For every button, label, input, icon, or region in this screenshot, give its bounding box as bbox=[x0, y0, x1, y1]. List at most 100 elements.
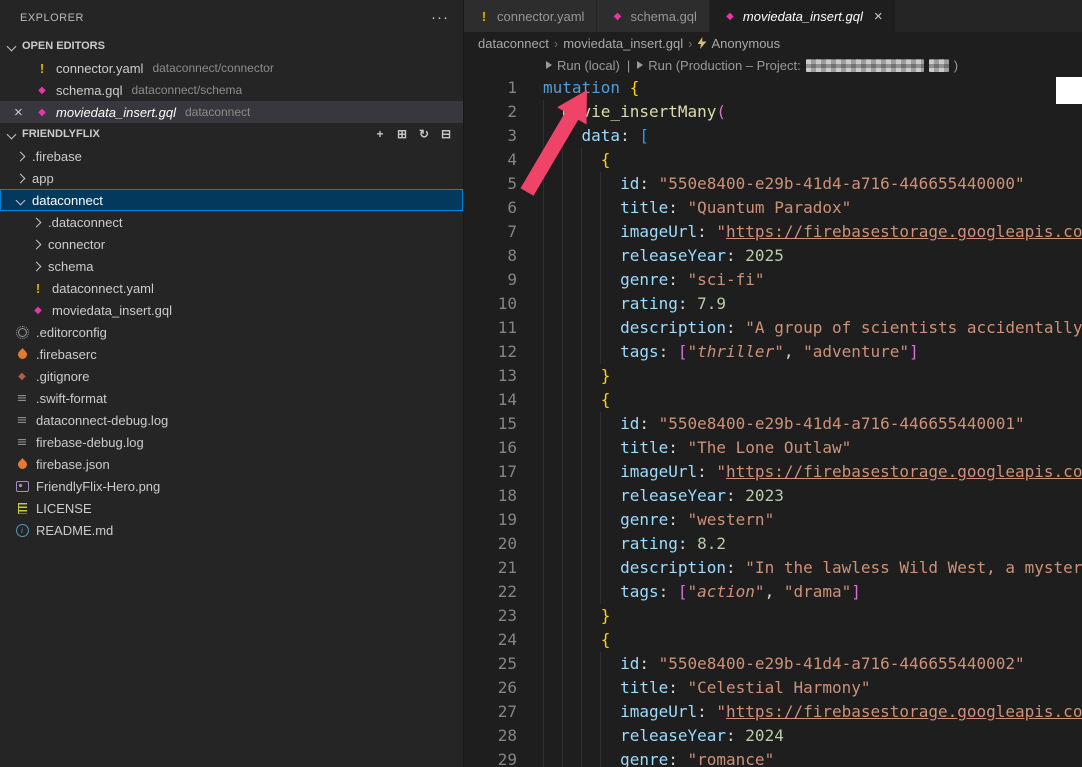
code-line-5[interactable]: 5 id: "550e8400-e29b-41d4-a716-446655440… bbox=[464, 172, 1082, 196]
open-editor-label: schema.gql bbox=[56, 83, 122, 98]
doc-file-icon: ≡ bbox=[14, 434, 30, 450]
code-text: releaseYear: 2023 bbox=[543, 484, 784, 508]
code-text: releaseYear: 2025 bbox=[543, 244, 784, 268]
code-line-12[interactable]: 12 tags: ["thriller", "adventure"] bbox=[464, 340, 1082, 364]
tab-connector.yaml[interactable]: !connector.yaml bbox=[464, 0, 597, 32]
open-editor-item[interactable]: ×◆moviedata_insert.gqldataconnect bbox=[0, 101, 463, 123]
project-section-header[interactable]: FRIENDLYFLIX +⊞↻⊟ bbox=[0, 123, 463, 145]
file-item-firebase-debug.log[interactable]: ≡firebase-debug.log bbox=[0, 431, 463, 453]
file-item-firebase.json[interactable]: firebase.json bbox=[0, 453, 463, 475]
code-line-8[interactable]: 8 releaseYear: 2025 bbox=[464, 244, 1082, 268]
code-text: rating: 7.9 bbox=[543, 292, 726, 316]
code-token: : bbox=[668, 750, 687, 767]
code-line-20[interactable]: 20 rating: 8.2 bbox=[464, 532, 1082, 556]
file-item-.editorconfig[interactable]: .editorconfig bbox=[0, 321, 463, 343]
code-line-18[interactable]: 18 releaseYear: 2023 bbox=[464, 484, 1082, 508]
code-line-21[interactable]: 21 description: "In the lawless Wild Wes… bbox=[464, 556, 1082, 580]
code-line-23[interactable]: 23 } bbox=[464, 604, 1082, 628]
code-token: ( bbox=[716, 102, 726, 121]
line-number: 10 bbox=[464, 292, 517, 316]
code-token: imageUrl bbox=[620, 462, 697, 481]
code-line-15[interactable]: 15 id: "550e8400-e29b-41d4-a716-44665544… bbox=[464, 412, 1082, 436]
code-line-27[interactable]: 27 imageUrl: "https://firebasestorage.go… bbox=[464, 700, 1082, 724]
code-line-10[interactable]: 10 rating: 7.9 bbox=[464, 292, 1082, 316]
breadcrumb-item[interactable]: Anonymous bbox=[698, 36, 781, 51]
code-line-14[interactable]: 14 { bbox=[464, 388, 1082, 412]
breadcrumb-separator-icon: › bbox=[688, 36, 692, 51]
code-token: : bbox=[668, 510, 687, 529]
code-line-26[interactable]: 26 title: "Celestial Harmony" bbox=[464, 676, 1082, 700]
folder-item-dataconnect[interactable]: dataconnect bbox=[0, 189, 463, 211]
tab-schema.gql[interactable]: ◆schema.gql bbox=[597, 0, 709, 32]
more-actions-button[interactable]: ··· bbox=[431, 13, 449, 23]
run-production-link[interactable]: Run (Production – Project: ) bbox=[637, 58, 958, 73]
explorer-sidebar: EXPLORER ··· OPEN EDITORS !connector.yam… bbox=[0, 0, 464, 767]
git-file-icon: ◆ bbox=[14, 368, 30, 384]
file-item-.swift-format[interactable]: ≡.swift-format bbox=[0, 387, 463, 409]
breadcrumb-item[interactable]: dataconnect bbox=[478, 36, 549, 51]
file-item-dataconnect.yaml[interactable]: !dataconnect.yaml bbox=[0, 277, 463, 299]
code-text: id: "550e8400-e29b-41d4-a716-44665544000… bbox=[543, 172, 1025, 196]
close-icon[interactable]: × bbox=[14, 104, 34, 121]
close-icon[interactable]: × bbox=[874, 8, 883, 25]
file-item-moviedata_insert.gql[interactable]: ◆moviedata_insert.gql bbox=[0, 299, 463, 321]
code-line-19[interactable]: 19 genre: "western" bbox=[464, 508, 1082, 532]
doc-file-icon: ≡ bbox=[14, 412, 30, 428]
folder-item-schema[interactable]: schema bbox=[0, 255, 463, 277]
code-line-22[interactable]: 22 tags: ["action", "drama"] bbox=[464, 580, 1082, 604]
folder-item-.dataconnect[interactable]: .dataconnect bbox=[0, 211, 463, 233]
folder-item-connector[interactable]: connector bbox=[0, 233, 463, 255]
folder-item-app[interactable]: app bbox=[0, 167, 463, 189]
tab-moviedata_insert.gql[interactable]: ◆moviedata_insert.gql× bbox=[710, 0, 896, 32]
refresh-icon[interactable]: ↻ bbox=[415, 125, 433, 143]
collapse-all-icon[interactable]: ⊟ bbox=[437, 125, 455, 143]
new-file-icon[interactable]: + bbox=[371, 125, 389, 143]
code-line-13[interactable]: 13 } bbox=[464, 364, 1082, 388]
code-line-6[interactable]: 6 title: "Quantum Paradox" bbox=[464, 196, 1082, 220]
code-token: "western" bbox=[688, 510, 775, 529]
code-line-1[interactable]: 1mutation { bbox=[464, 76, 1082, 100]
open-editor-item[interactable]: !connector.yamldataconnect/connector bbox=[0, 57, 463, 79]
tree-label: dataconnect-debug.log bbox=[36, 413, 168, 428]
code-line-28[interactable]: 28 releaseYear: 2024 bbox=[464, 724, 1082, 748]
vscode-window: EXPLORER ··· OPEN EDITORS !connector.yam… bbox=[0, 0, 1082, 767]
code-line-2[interactable]: 2 movie_insertMany( bbox=[464, 100, 1082, 124]
file-item-README.md[interactable]: README.md bbox=[0, 519, 463, 541]
code-token: : bbox=[659, 342, 678, 361]
code-line-24[interactable]: 24 { bbox=[464, 628, 1082, 652]
code-text: description: "A group of scientists acci… bbox=[543, 316, 1082, 340]
file-item-LICENSE[interactable]: LICENSE bbox=[0, 497, 463, 519]
file-item-dataconnect-debug.log[interactable]: ≡ dataconnect-debug.log bbox=[0, 409, 463, 431]
breadcrumb-item[interactable]: moviedata_insert.gql bbox=[563, 36, 683, 51]
folder-item-.firebase[interactable]: .firebase bbox=[0, 145, 463, 167]
open-editors-section-header[interactable]: OPEN EDITORS bbox=[0, 35, 463, 57]
code-line-11[interactable]: 11 description: "A group of scientists a… bbox=[464, 316, 1082, 340]
file-item-.firebaserc[interactable]: .firebaserc bbox=[0, 343, 463, 365]
file-item-.gitignore[interactable]: ◆.gitignore bbox=[0, 365, 463, 387]
code-token: "550e8400-e29b-41d4-a716-446655440002" bbox=[659, 654, 1025, 673]
code-token bbox=[543, 510, 620, 529]
code-token bbox=[543, 486, 620, 505]
code-line-16[interactable]: 16 title: "The Lone Outlaw" bbox=[464, 436, 1082, 460]
line-number: 24 bbox=[464, 628, 517, 652]
line-number: 21 bbox=[464, 556, 517, 580]
tree-label: FriendlyFlix-Hero.png bbox=[36, 479, 160, 494]
file-item-FriendlyFlix-Hero.png[interactable]: FriendlyFlix-Hero.png bbox=[0, 475, 463, 497]
code-token: tags bbox=[620, 342, 659, 361]
line-number: 4 bbox=[464, 148, 517, 172]
code-line-29[interactable]: 29 genre: "romance" bbox=[464, 748, 1082, 767]
code-line-4[interactable]: 4 { bbox=[464, 148, 1082, 172]
new-folder-icon[interactable]: ⊞ bbox=[393, 125, 411, 143]
run-local-link[interactable]: Run (local) bbox=[546, 58, 620, 73]
tree-label: schema bbox=[48, 259, 94, 274]
open-editor-item[interactable]: ◆schema.gqldataconnect/schema bbox=[0, 79, 463, 101]
code-line-3[interactable]: 3 data: [ bbox=[464, 124, 1082, 148]
explorer-title: EXPLORER bbox=[20, 12, 84, 24]
code-line-7[interactable]: 7 imageUrl: "https://firebasestorage.goo… bbox=[464, 220, 1082, 244]
code-editor[interactable]: Run (local) | Run (Production – Project:… bbox=[464, 54, 1082, 767]
code-line-9[interactable]: 9 genre: "sci-fi" bbox=[464, 268, 1082, 292]
code-line-25[interactable]: 25 id: "550e8400-e29b-41d4-a716-44665544… bbox=[464, 652, 1082, 676]
code-line-17[interactable]: 17 imageUrl: "https://firebasestorage.go… bbox=[464, 460, 1082, 484]
line-number: 9 bbox=[464, 268, 517, 292]
line-number: 29 bbox=[464, 748, 517, 767]
